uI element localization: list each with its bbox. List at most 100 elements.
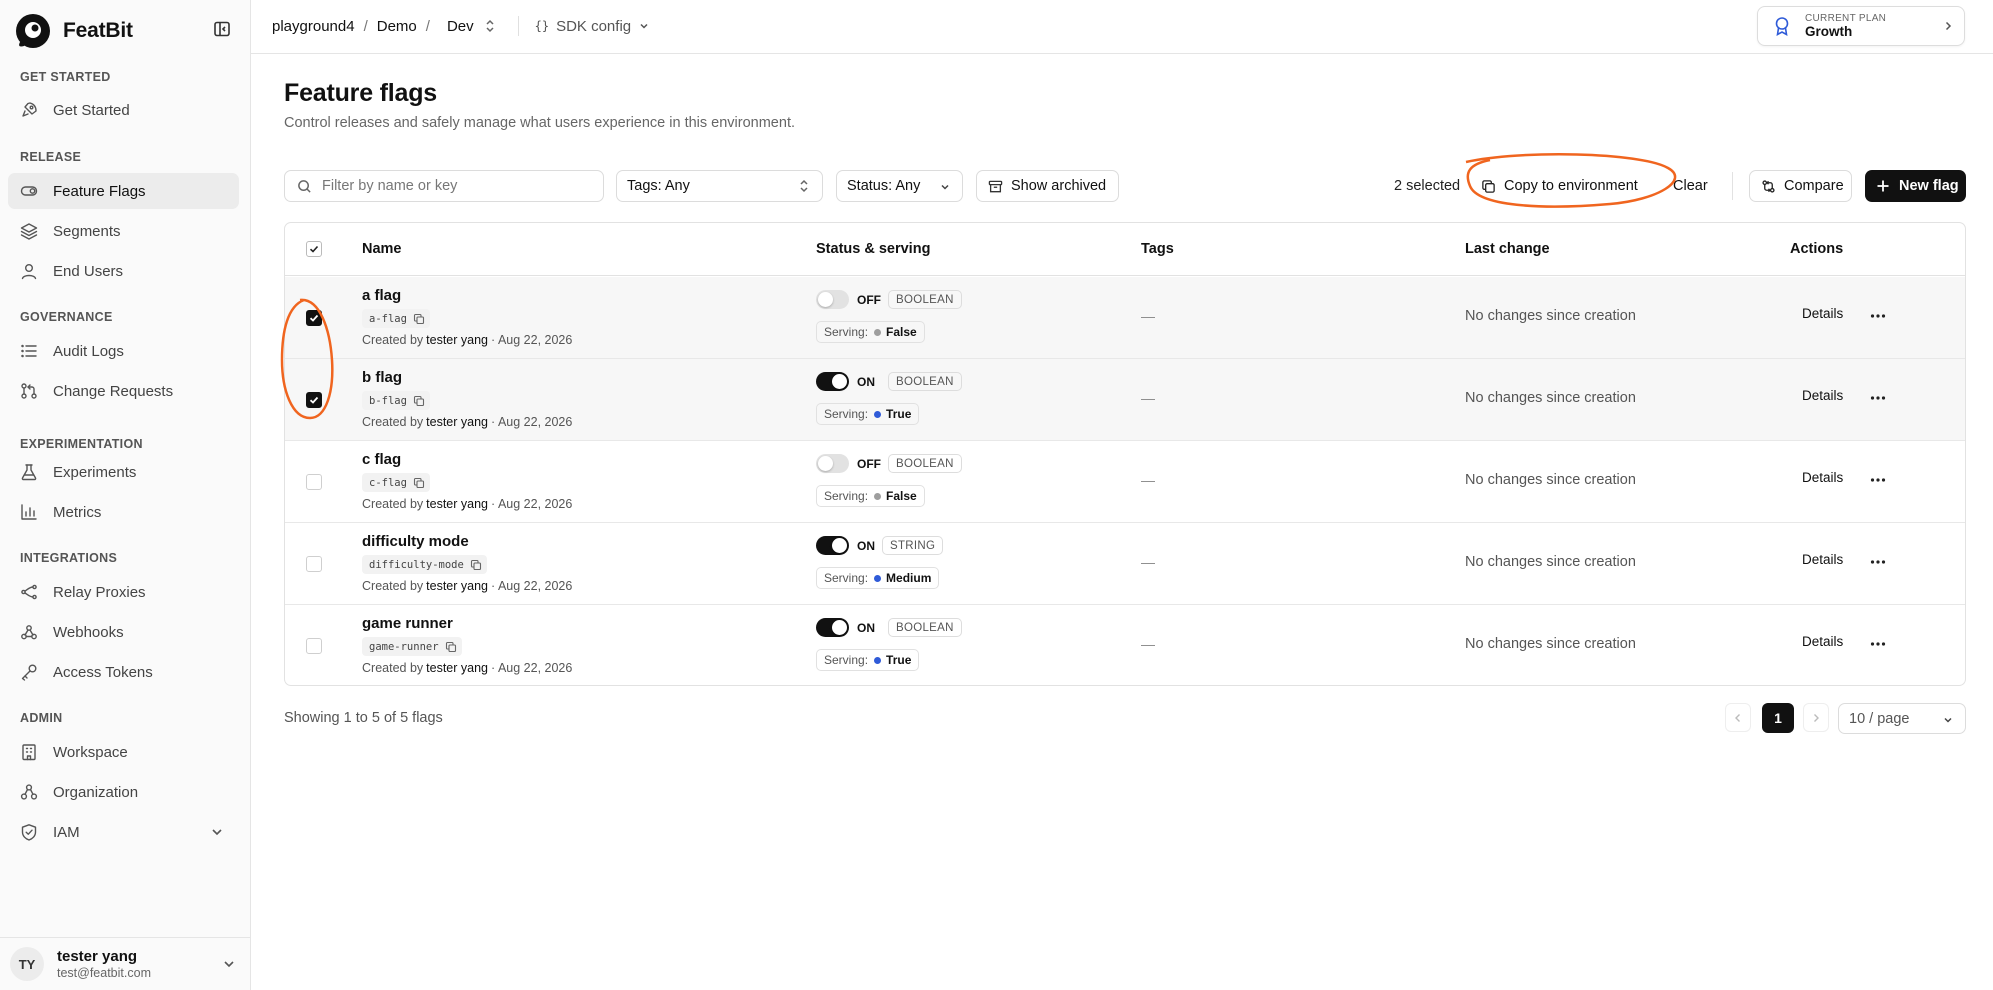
flag-name-link[interactable]: b flag <box>362 369 402 386</box>
flask-icon <box>21 464 37 481</box>
tags-cell: — <box>1141 554 1155 570</box>
row-select-checkbox[interactable] <box>306 638 322 654</box>
flag-key: game-runner <box>362 637 462 656</box>
copy-icon[interactable] <box>445 641 457 653</box>
sidebar-item-access-tokens[interactable]: Access Tokens <box>8 654 239 690</box>
clear-selection-button[interactable]: Clear <box>1673 178 1708 194</box>
row-select-checkbox[interactable] <box>306 392 322 408</box>
current-plan-card[interactable]: CURRENT PLAN Growth <box>1757 6 1965 46</box>
chevron-left-icon <box>1735 713 1740 722</box>
flag-state-label: ON <box>857 621 875 635</box>
flag-created-info: Created by tester yang · Aug 22, 2026 <box>362 579 572 593</box>
select-all-checkbox[interactable] <box>306 241 322 257</box>
created-by-prefix: Created by <box>362 579 424 593</box>
copy-icon[interactable] <box>470 559 482 571</box>
page-button-current[interactable]: 1 <box>1762 703 1794 733</box>
show-archived-button[interactable]: Show archived <box>976 170 1119 202</box>
variation-type-badge: BOOLEAN <box>888 290 962 309</box>
sidebar-item-get-started[interactable]: Get Started <box>8 92 239 128</box>
table-row: b flag b-flag Created by tester yang · Aug… <box>285 359 1965 441</box>
flag-name-link[interactable]: c flag <box>362 451 401 468</box>
flag-name-link[interactable]: difficulty mode <box>362 533 469 550</box>
sidebar-item-iam[interactable]: IAM <box>8 814 239 850</box>
flag-status-toggle[interactable] <box>816 618 849 637</box>
sidebar-item-change-requests[interactable]: Change Requests <box>8 373 239 409</box>
sidebar-item-experiments[interactable]: Experiments <box>8 454 239 490</box>
environment-switcher[interactable]: Dev <box>447 18 496 35</box>
more-options-icon[interactable] <box>1869 554 1887 570</box>
sidebar-item-organization[interactable]: Organization <box>8 774 239 810</box>
sidebar-item-metrics[interactable]: Metrics <box>8 494 239 530</box>
breadcrumb: playground4 / Demo / Dev {} SDK config <box>272 16 650 36</box>
search-input[interactable] <box>322 178 582 194</box>
last-change-cell: No changes since creation <box>1465 554 1636 570</box>
app-logo[interactable]: FeatBit <box>14 12 133 50</box>
flag-created-info: Created by tester yang · Aug 22, 2026 <box>362 415 572 429</box>
serving-label: Serving: <box>824 653 869 667</box>
details-button[interactable]: Details <box>1802 388 1843 403</box>
copy-to-environment-button[interactable]: Copy to environment <box>1475 170 1644 202</box>
collapse-sidebar-icon[interactable] <box>212 19 232 39</box>
sidebar-item-label: Audit Logs <box>53 342 124 360</box>
flag-key-text: a-flag <box>369 312 407 325</box>
tags-cell: — <box>1141 472 1155 488</box>
details-button[interactable]: Details <box>1802 306 1843 321</box>
flag-name-link[interactable]: game runner <box>362 615 453 632</box>
flag-status-toggle[interactable] <box>816 454 849 473</box>
toggle-knob <box>832 538 847 553</box>
more-options-icon[interactable] <box>1869 308 1887 324</box>
column-header-name: Name <box>362 241 402 257</box>
details-button[interactable]: Details <box>1802 470 1843 485</box>
more-options-icon[interactable] <box>1869 390 1887 406</box>
chevron-down-icon <box>1944 717 1952 723</box>
breadcrumb-env-group[interactable]: Demo <box>377 18 417 35</box>
created-date: · Aug 22, 2026 <box>491 415 573 429</box>
row-select-checkbox[interactable] <box>306 310 322 326</box>
search-field[interactable] <box>284 170 604 202</box>
show-archived-label: Show archived <box>1011 178 1107 194</box>
sidebar-item-webhooks[interactable]: Webhooks <box>8 614 239 650</box>
sidebar-item-feature-flags[interactable]: Feature Flags <box>8 173 239 209</box>
flag-status-toggle[interactable] <box>816 290 849 309</box>
copy-to-environment-label: Copy to environment <box>1504 178 1638 194</box>
user-menu[interactable]: TY tester yang test@featbit.com <box>0 937 251 990</box>
details-button[interactable]: Details <box>1802 552 1843 567</box>
sidebar-item-end-users[interactable]: End Users <box>8 253 239 289</box>
more-options-icon[interactable] <box>1869 636 1887 652</box>
page-size-label: 10 / page <box>1849 710 1910 727</box>
sidebar-item-audit-logs[interactable]: Audit Logs <box>8 333 239 369</box>
flag-status-toggle[interactable] <box>816 536 849 555</box>
compare-label: Compare <box>1784 178 1844 194</box>
sidebar-item-relay-proxies[interactable]: Relay Proxies <box>8 574 239 610</box>
avatar: TY <box>10 947 44 981</box>
flag-key-text: c-flag <box>369 476 407 489</box>
breadcrumb-project[interactable]: playground4 <box>272 18 355 35</box>
copy-icon[interactable] <box>413 477 425 489</box>
flag-status-toggle[interactable] <box>816 372 849 391</box>
user-name: tester yang <box>57 948 138 965</box>
sdk-config-dropdown[interactable]: {} SDK config <box>535 18 651 35</box>
tags-filter-select[interactable]: Tags: Any <box>616 170 823 202</box>
flag-key-text: game-runner <box>369 640 439 653</box>
chevron-down-icon <box>640 23 648 29</box>
sidebar-item-workspace[interactable]: Workspace <box>8 734 239 770</box>
serving-badge: Serving: Medium <box>816 567 940 589</box>
shield-icon <box>21 824 37 841</box>
more-options-icon[interactable] <box>1869 472 1887 488</box>
row-select-checkbox[interactable] <box>306 556 322 572</box>
copy-icon[interactable] <box>413 395 425 407</box>
details-button[interactable]: Details <box>1802 634 1843 649</box>
prev-page-button[interactable] <box>1725 703 1751 732</box>
serving-label: Serving: <box>824 489 869 503</box>
new-flag-button[interactable]: New flag <box>1865 170 1966 202</box>
sidebar-item-segments[interactable]: Segments <box>8 213 239 249</box>
flag-name-link[interactable]: a flag <box>362 287 401 304</box>
breadcrumb-separator: / <box>425 17 430 35</box>
row-select-checkbox[interactable] <box>306 474 322 490</box>
page-size-select[interactable]: 10 / page <box>1838 703 1966 734</box>
status-filter-select[interactable]: Status: Any <box>836 170 963 202</box>
next-page-button[interactable] <box>1803 703 1829 732</box>
sidebar-item-label: Feature Flags <box>53 182 146 200</box>
compare-button[interactable]: Compare <box>1749 170 1852 202</box>
copy-icon[interactable] <box>413 313 425 325</box>
